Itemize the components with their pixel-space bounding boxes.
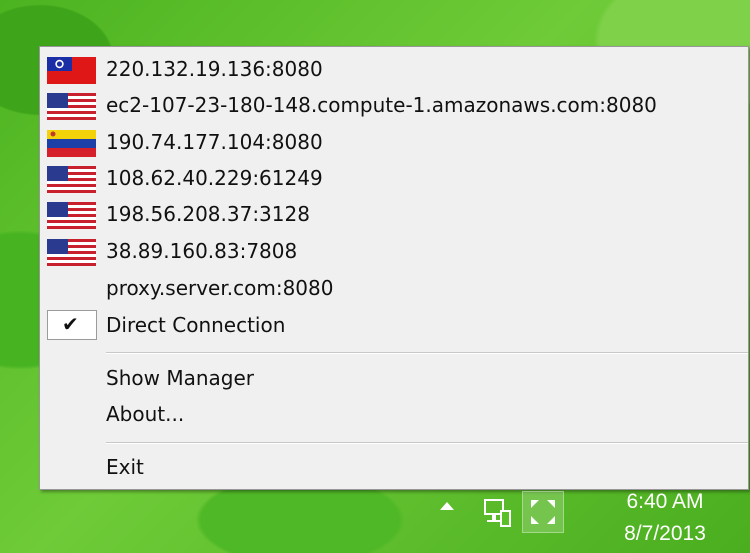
- menu-item-proxy-1[interactable]: 220.132.19.136:8080: [40, 52, 748, 88]
- menu-item-proxy-4[interactable]: 108.62.40.229:61249: [40, 161, 748, 197]
- venezuela-flag-icon: [47, 130, 96, 157]
- menu-item-custom-proxy[interactable]: proxy.server.com:8080: [40, 271, 748, 307]
- menu-item-proxy-2[interactable]: ec2-107-23-180-148.compute-1.amazonaws.c…: [40, 88, 748, 124]
- us-flag-icon: [47, 166, 96, 193]
- taskbar-clock[interactable]: 6:40 AM 8/7/2013: [590, 486, 740, 550]
- menu-separator: [106, 442, 748, 444]
- us-flag-icon: [47, 202, 96, 229]
- proxy-label: ec2-107-23-180-148.compute-1.amazonaws.c…: [106, 93, 657, 117]
- proxy-context-menu: 220.132.19.136:8080 ec2-107-23-180-148.c…: [39, 46, 749, 490]
- network-icon[interactable]: [482, 497, 512, 529]
- menu-item-proxy-3[interactable]: 190.74.177.104:8080: [40, 125, 748, 161]
- proxy-label: 220.132.19.136:8080: [106, 57, 323, 81]
- proxy-label: 38.89.160.83:7808: [106, 239, 298, 263]
- proxy-label: 108.62.40.229:61249: [106, 166, 323, 190]
- tray-overflow-arrow-icon[interactable]: [440, 502, 454, 510]
- taiwan-flag-icon: [47, 57, 96, 84]
- checked-indicator: ✔: [47, 310, 97, 340]
- menu-item-direct-connection[interactable]: ✔ Direct Connection: [40, 308, 748, 344]
- menu-item-exit[interactable]: Exit: [40, 450, 748, 486]
- us-flag-icon: [47, 239, 96, 266]
- exit-label: Exit: [106, 455, 144, 479]
- proxy-switcher-icon[interactable]: [522, 491, 564, 533]
- clock-date: 8/7/2013: [624, 522, 706, 545]
- menu-item-proxy-6[interactable]: 38.89.160.83:7808: [40, 234, 748, 270]
- proxy-label: proxy.server.com:8080: [106, 276, 334, 300]
- menu-item-proxy-5[interactable]: 198.56.208.37:3128: [40, 197, 748, 233]
- us-flag-icon: [47, 93, 96, 120]
- show-manager-label: Show Manager: [106, 366, 254, 390]
- menu-separator: [106, 352, 748, 354]
- clock-time: 6:40 AM: [626, 490, 704, 513]
- proxy-label: 190.74.177.104:8080: [106, 130, 323, 154]
- menu-item-about[interactable]: About...: [40, 397, 748, 433]
- menu-item-show-manager[interactable]: Show Manager: [40, 361, 748, 397]
- direct-connection-label: Direct Connection: [106, 313, 286, 337]
- about-label: About...: [106, 402, 185, 426]
- proxy-label: 198.56.208.37:3128: [106, 202, 310, 226]
- checkmark-icon: ✔: [62, 312, 79, 336]
